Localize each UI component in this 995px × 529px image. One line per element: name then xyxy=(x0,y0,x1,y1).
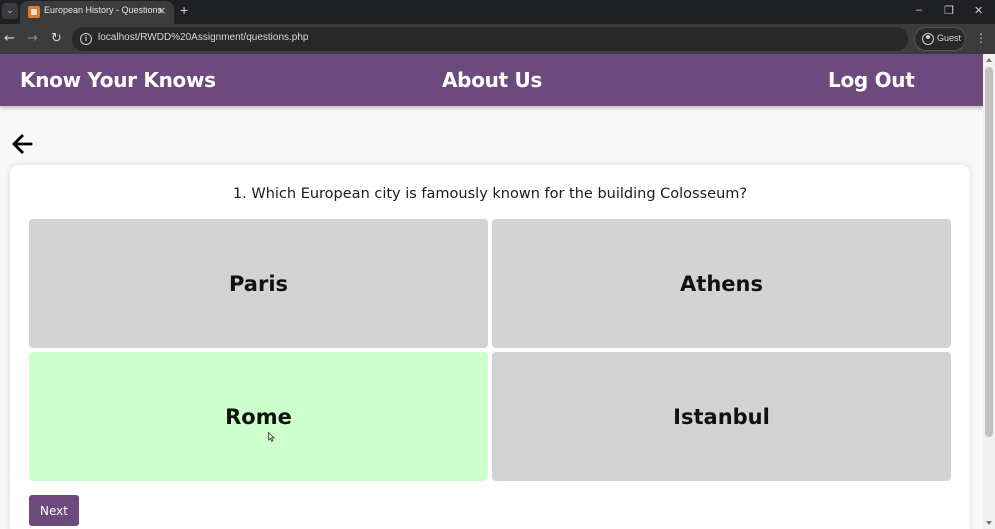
forward-nav-icon[interactable]: → xyxy=(27,31,38,47)
about-us-link[interactable]: About Us xyxy=(442,68,542,92)
log-out-link[interactable]: Log Out xyxy=(828,68,915,92)
new-tab-button[interactable]: + xyxy=(180,2,188,18)
browser-tab-bar: ⌄ European History - Questions × + – ❐ ✕ xyxy=(0,0,995,24)
browser-tab[interactable]: European History - Questions × xyxy=(20,1,174,24)
scroll-up-icon[interactable] xyxy=(986,58,992,62)
url-text[interactable]: localhost/RWDD%20Assignment/questions.ph… xyxy=(98,32,308,43)
profile-label: Guest xyxy=(937,33,962,43)
browser-toolbar: ← → ↻ i localhost/RWDD%20Assignment/ques… xyxy=(0,24,995,54)
mouse-cursor-icon xyxy=(268,432,275,442)
brand-link[interactable]: Know Your Knows xyxy=(20,68,216,92)
back-arrow-icon[interactable] xyxy=(11,133,33,155)
page-scrollbar[interactable] xyxy=(983,54,995,529)
site-info-icon[interactable]: i xyxy=(80,33,92,45)
profile-icon xyxy=(922,33,934,45)
answer-option-rome[interactable]: Rome xyxy=(29,352,488,481)
tab-search-icon[interactable]: ⌄ xyxy=(2,3,18,19)
answer-option-istanbul[interactable]: Istanbul xyxy=(492,352,951,481)
minimize-icon[interactable]: – xyxy=(916,4,922,16)
favicon-icon xyxy=(28,6,40,18)
next-button[interactable]: Next xyxy=(29,495,79,526)
tab-close-icon[interactable]: × xyxy=(157,4,166,18)
back-nav-icon[interactable]: ← xyxy=(4,31,15,47)
profile-button[interactable]: Guest xyxy=(914,27,966,51)
scroll-down-icon[interactable] xyxy=(986,521,992,525)
browser-menu-icon[interactable]: ⋮ xyxy=(975,30,987,46)
answer-option-athens[interactable]: Athens xyxy=(492,219,951,348)
answer-option-paris[interactable]: Paris xyxy=(29,219,488,348)
question-text: 1. Which European city is famously known… xyxy=(232,186,748,202)
address-bar[interactable]: i localhost/RWDD%20Assignment/questions.… xyxy=(72,27,908,51)
scroll-thumb[interactable] xyxy=(985,67,993,437)
reload-icon[interactable]: ↻ xyxy=(51,31,62,47)
restore-icon[interactable]: ❐ xyxy=(944,4,954,17)
tab-title: European History - Questions xyxy=(44,5,163,15)
site-header: Know Your Knows About Us Log Out xyxy=(0,54,983,106)
close-window-icon[interactable]: ✕ xyxy=(974,4,983,17)
page-viewport: Know Your Knows About Us Log Out 1. Whic… xyxy=(0,54,983,529)
